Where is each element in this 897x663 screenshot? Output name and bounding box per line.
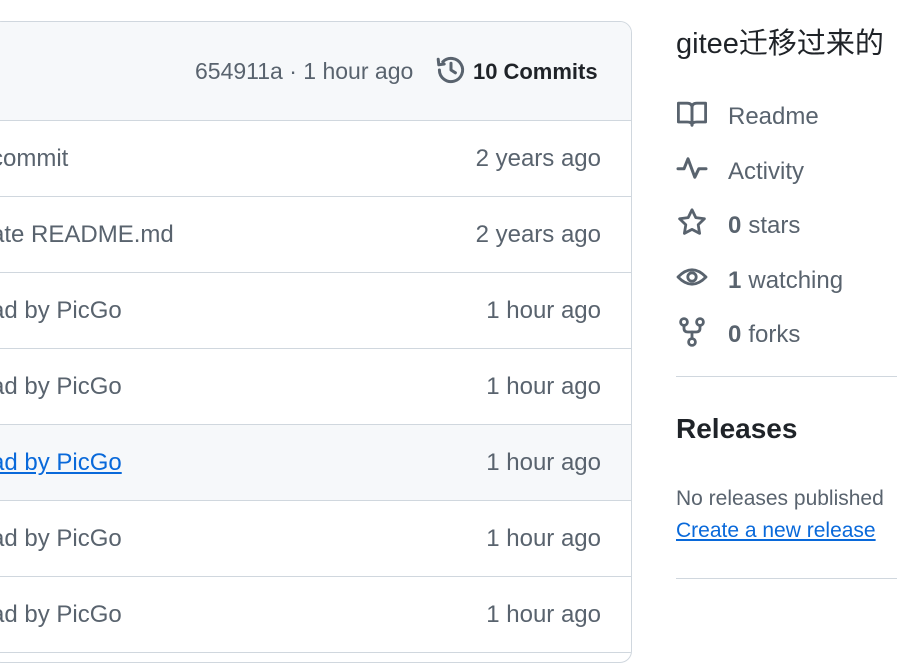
- commit-age: 1 hour ago: [486, 373, 601, 400]
- fork-icon: [676, 316, 728, 355]
- commits-count: 10: [473, 59, 498, 84]
- star-icon: [676, 207, 728, 246]
- commit-age: 1 hour ago: [486, 525, 601, 552]
- table-row[interactable]: ad by PicGo 1 hour ago: [0, 577, 631, 653]
- repo-description: gitee迁移过来的: [676, 28, 884, 60]
- commits-history-link[interactable]: 10 Commits: [435, 54, 598, 90]
- table-row[interactable]: ate README.md 2 years ago: [0, 197, 631, 273]
- eye-icon: [676, 261, 728, 300]
- section-divider: [676, 376, 897, 377]
- readme-label: Readme: [728, 103, 819, 131]
- table-row[interactable]: ad by PicGo 1 hour ago: [0, 349, 631, 425]
- watching-count: 1: [728, 266, 742, 294]
- history-icon: [435, 54, 467, 91]
- forks-label: forks: [748, 321, 801, 349]
- table-row[interactable]: ad by PicGo 1 hour ago: [0, 273, 631, 349]
- commit-age: 2 years ago: [475, 145, 601, 172]
- activity-link[interactable]: Activity: [676, 145, 843, 200]
- pulse-icon: [676, 152, 728, 191]
- table-row[interactable]: ad by PicGo 1 hour ago: [0, 425, 631, 501]
- commit-age: 1 hour ago: [486, 449, 601, 476]
- forks-count: 0: [728, 321, 742, 349]
- latest-commit-meta: 654911a · 1 hour ago: [195, 58, 413, 85]
- section-divider: [676, 578, 897, 579]
- commit-message[interactable]: ad by PicGo: [0, 449, 122, 477]
- watching-label: watching: [748, 266, 844, 294]
- commit-message[interactable]: commit: [0, 145, 68, 173]
- commit-separator: ·: [289, 58, 297, 84]
- watching-link[interactable]: 1 watching: [676, 254, 843, 309]
- commit-message[interactable]: ate README.md: [0, 221, 174, 249]
- stars-label: stars: [748, 212, 801, 240]
- stars-link[interactable]: 0 stars: [676, 199, 843, 254]
- commit-age: 1 hour ago: [486, 297, 601, 324]
- commit-message[interactable]: ad by PicGo: [0, 373, 122, 401]
- repo-meta-list: Readme Activity 0 stars 1 watching 0 for…: [676, 90, 843, 363]
- commit-message[interactable]: ad by PicGo: [0, 525, 122, 553]
- table-row[interactable]: commit 2 years ago: [0, 121, 631, 197]
- commit-age: 1 hour ago: [486, 601, 601, 628]
- readme-link[interactable]: Readme: [676, 90, 843, 145]
- about-sidebar: gitee迁移过来的 Readme Activity 0 stars 1 wat…: [676, 0, 897, 622]
- create-release-link[interactable]: Create a new release: [676, 519, 876, 543]
- commit-age: 2 years ago: [475, 221, 601, 248]
- book-icon: [676, 98, 728, 137]
- commit-message[interactable]: ad by PicGo: [0, 601, 122, 629]
- activity-label: Activity: [728, 157, 805, 185]
- releases-heading[interactable]: Releases: [676, 413, 797, 445]
- commit-sha[interactable]: 654911a: [195, 58, 283, 84]
- file-list-panel: 654911a · 1 hour ago 10 Commits commit 2…: [0, 21, 632, 663]
- commit-age: 1 hour ago: [303, 58, 414, 84]
- commits-label: Commits: [503, 59, 598, 84]
- commit-message[interactable]: ad by PicGo: [0, 297, 122, 325]
- table-row[interactable]: ad by PicGo 1 hour ago: [0, 501, 631, 577]
- no-releases-text: No releases published: [676, 487, 884, 510]
- latest-commit-bar: 654911a · 1 hour ago 10 Commits: [0, 22, 631, 121]
- stars-count: 0: [728, 212, 742, 240]
- forks-link[interactable]: 0 forks: [676, 308, 843, 363]
